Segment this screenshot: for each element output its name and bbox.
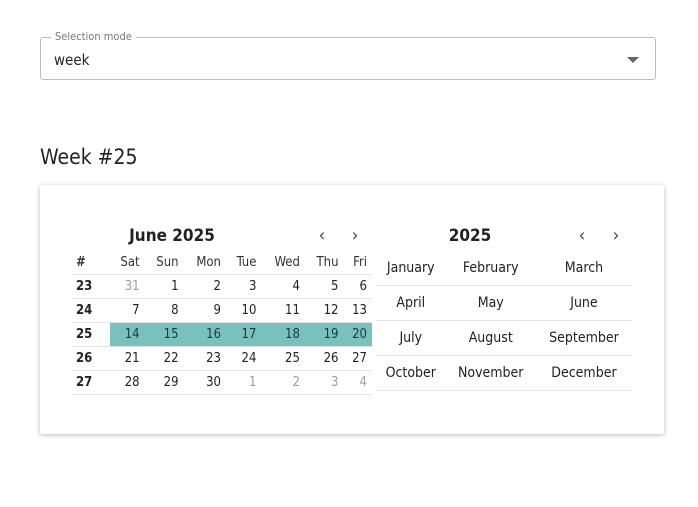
day-cell[interactable]: 18 [261, 322, 305, 347]
day-cell[interactable]: 17 [225, 322, 262, 347]
month-cell[interactable]: October [376, 355, 446, 391]
weekday-header: Thu [304, 251, 344, 275]
month-calendar-grid: January February March April May June Ju… [376, 251, 632, 391]
month-row: January February March [376, 251, 632, 286]
month-calendar-title: 2025 [448, 226, 492, 246]
day-cell[interactable]: 23 [183, 346, 226, 371]
day-cell[interactable]: 30 [183, 370, 226, 395]
day-cell[interactable]: 27 [343, 346, 372, 371]
calendar-card: June 2025 ‹ › # Sat Sun Mon Tue Wed Thu … [40, 185, 664, 434]
weekday-header: Wed [261, 251, 305, 275]
month-cell[interactable]: September [535, 320, 632, 356]
week-row[interactable]: 27 28 29 30 1 2 3 4 [72, 370, 372, 395]
day-cell[interactable]: 31 [110, 274, 145, 299]
caret-down-icon[interactable] [627, 57, 639, 63]
selected-week-row[interactable]: 25 14 15 16 17 18 19 20 [72, 322, 372, 347]
day-cell[interactable]: 16 [183, 322, 226, 347]
day-cell[interactable]: 14 [110, 322, 145, 347]
month-cell[interactable]: July [376, 320, 446, 356]
selection-mode-select[interactable]: Selection mode week [40, 30, 656, 80]
day-cell[interactable]: 11 [261, 298, 305, 323]
day-cell[interactable]: 21 [110, 346, 145, 371]
day-cell[interactable]: 13 [343, 298, 372, 323]
day-cell[interactable]: 3 [225, 274, 262, 299]
day-calendar-grid: # Sat Sun Mon Tue Wed Thu Fri 23 31 1 2 … [72, 251, 372, 395]
month-row: April May June [376, 285, 632, 321]
day-cell[interactable]: 2 [183, 274, 226, 299]
day-cell[interactable]: 20 [343, 322, 372, 347]
month-cell[interactable]: February [445, 251, 536, 286]
day-cell[interactable]: 1 [144, 274, 184, 299]
day-cell[interactable]: 1 [225, 370, 262, 395]
day-cell[interactable]: 7 [110, 298, 145, 323]
day-cell[interactable]: 19 [304, 322, 344, 347]
week-row[interactable]: 26 21 22 23 24 25 26 27 [72, 346, 372, 371]
week-number-header: # [72, 251, 110, 275]
day-cell[interactable]: 22 [144, 346, 184, 371]
weekday-header: Tue [225, 251, 262, 275]
week-row[interactable]: 23 31 1 2 3 4 5 6 [72, 274, 372, 299]
weekday-header-row: # Sat Sun Mon Tue Wed Thu Fri [72, 251, 372, 275]
page-title: Week #25 [40, 145, 138, 169]
weekday-header: Fri [343, 251, 372, 275]
week-number: 26 [72, 346, 110, 371]
day-cell[interactable]: 5 [304, 274, 344, 299]
next-year-button[interactable]: › [606, 225, 626, 247]
month-cell[interactable]: May [445, 285, 536, 321]
week-number: 25 [72, 322, 110, 347]
day-cell[interactable]: 8 [144, 298, 184, 323]
month-row: October November December [376, 355, 632, 391]
selection-mode-label: Selection mode [51, 30, 136, 44]
day-calendar-title: June 2025 [129, 226, 215, 246]
weekday-header: Sun [144, 251, 184, 275]
month-cell[interactable]: April [376, 285, 446, 321]
month-cell[interactable]: November [445, 355, 536, 391]
day-cell[interactable]: 12 [304, 298, 344, 323]
day-calendar-header: June 2025 ‹ › [72, 225, 372, 247]
day-cell[interactable]: 24 [225, 346, 262, 371]
month-calendar-header: 2025 ‹ › [376, 225, 632, 247]
weekday-header: Mon [183, 251, 226, 275]
month-row: July August September [376, 320, 632, 356]
day-cell[interactable]: 3 [304, 370, 344, 395]
day-cell[interactable]: 9 [183, 298, 226, 323]
weekday-header: Sat [110, 251, 145, 275]
day-cell[interactable]: 4 [261, 274, 305, 299]
day-cell[interactable]: 29 [144, 370, 184, 395]
day-cell[interactable]: 28 [110, 370, 145, 395]
day-cell[interactable]: 6 [343, 274, 372, 299]
day-cell[interactable]: 2 [261, 370, 305, 395]
month-cell[interactable]: March [535, 251, 632, 286]
week-number: 23 [72, 274, 110, 299]
prev-month-button[interactable]: ‹ [312, 225, 332, 247]
month-cell[interactable]: January [376, 251, 446, 286]
month-cell[interactable]: June [535, 285, 632, 321]
next-month-button[interactable]: › [345, 225, 365, 247]
prev-year-button[interactable]: ‹ [572, 225, 592, 247]
day-cell[interactable]: 15 [144, 322, 184, 347]
day-cell[interactable]: 25 [261, 346, 305, 371]
week-row[interactable]: 24 7 8 9 10 11 12 13 [72, 298, 372, 323]
month-cell[interactable]: December [535, 355, 632, 391]
selection-mode-value: week [54, 51, 90, 69]
month-cell[interactable]: August [445, 320, 536, 356]
day-cell[interactable]: 4 [343, 370, 372, 395]
day-cell[interactable]: 10 [225, 298, 262, 323]
week-number: 24 [72, 298, 110, 323]
day-cell[interactable]: 26 [304, 346, 344, 371]
week-number: 27 [72, 370, 110, 395]
